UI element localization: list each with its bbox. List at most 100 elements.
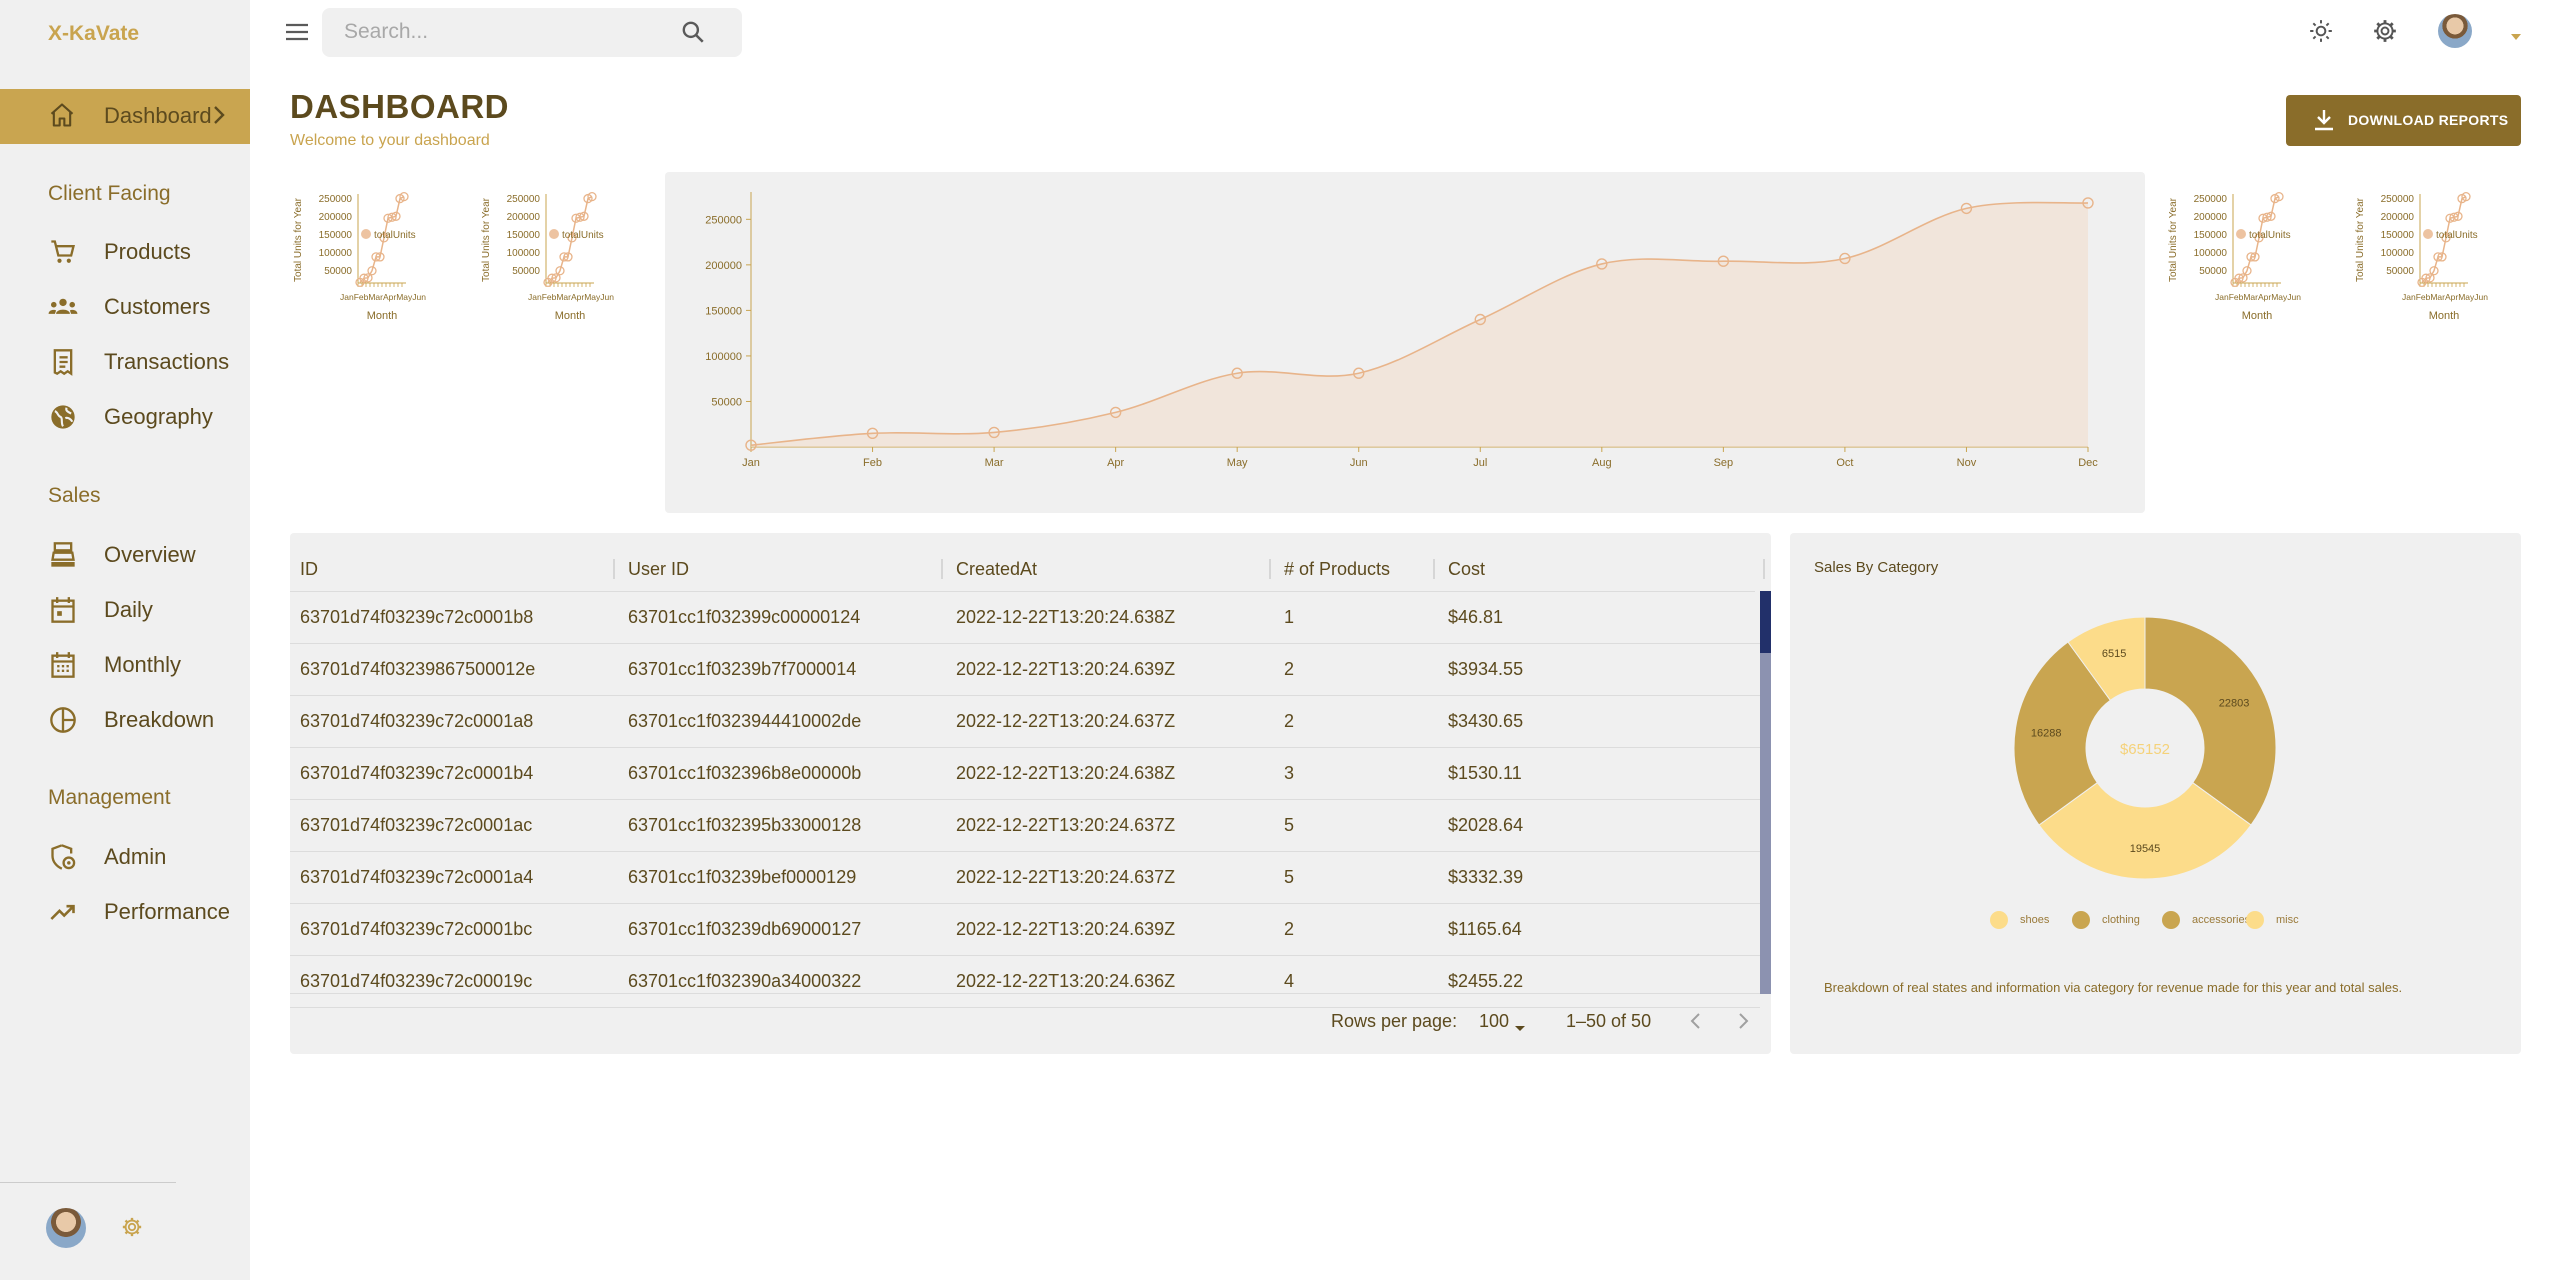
sidebar-item-products[interactable]: Products [0,228,250,276]
sidebar-item-overview[interactable]: Overview [0,531,250,579]
admin-icon [48,842,78,872]
settings-icon[interactable] [2372,18,2398,49]
legend-item-shoes[interactable]: shoes [1990,911,2049,929]
pie-chart-icon [48,705,78,735]
sidebar-item-label: Breakdown [104,707,215,732]
mini-tick-label: 200000 [2194,212,2228,223]
column-header[interactable]: CreatedAt [956,549,1037,589]
table-cell: $3430.65 [1448,711,1524,731]
table-cell: 4 [1284,971,1295,991]
cart-icon [48,237,78,267]
sidebar-item-daily[interactable]: Daily [0,586,250,634]
table-cell: 63701d74f03239c72c0001ac [300,815,533,835]
column-header[interactable]: User ID [628,549,689,589]
table-cell: 63701d74f03239c72c0001a8 [300,711,534,731]
mini-units-chart: Total Units for Year 250000 200000 150000 10… [478,180,628,330]
sidebar-item-performance[interactable]: Performance [0,888,250,936]
menu-icon[interactable] [284,20,310,49]
y-tick-label: 100000 [705,351,742,363]
table-row[interactable]: 63701d74f03239c72c0001b4 63701cc1f032396b… [290,748,1760,800]
rows-per-page-label: Rows per page: [1331,1011,1458,1031]
caret-down-icon[interactable] [2510,28,2522,46]
legend-item-misc[interactable]: misc [2246,911,2299,929]
table-cell: 2 [1284,919,1295,939]
avatar[interactable] [46,1208,86,1248]
sidebar-item-admin[interactable]: Admin [0,833,250,881]
home-icon [48,101,76,134]
table-cell: 2022-12-22T13:20:24.638Z [956,607,1176,627]
sidebar-item-monthly[interactable]: Monthly [0,641,250,689]
sidebar-item-label: Monthly [104,652,182,677]
light-mode-icon[interactable] [2308,18,2334,49]
sidebar-item-dashboard[interactable]: Dashboard [0,89,250,144]
mini-tick-label: 250000 [319,194,353,205]
table-row[interactable]: 63701d74f03239c72c0001a4 63701cc1f03239be… [290,852,1760,904]
table-cell: 63701cc1f03239db69000127 [628,919,862,939]
previous-page-icon[interactable] [1688,1009,1704,1038]
mini-tick-label: 200000 [319,212,353,223]
sidebar-divider [0,1182,176,1183]
table-cell: $1530.11 [1448,763,1522,783]
table-cell: 63701cc1f032396b8e00000b [628,763,862,783]
table-cell: $46.81 [1448,607,1504,627]
table-cell: 63701cc1f0323944410002de [628,711,862,731]
table-cell: 63701d74f03239c72c0001b4 [300,763,534,783]
sidebar-item-transactions[interactable]: Transactions [0,338,250,386]
legend-label: clothing [2102,914,2140,926]
table-row[interactable]: 63701d74f03239c72c0001b8 63701cc1f032399c… [290,592,1760,644]
table-cell: 1 [1284,607,1295,627]
table-cell: 3 [1284,763,1295,783]
mini-x-axis-label: Month [2242,310,2273,322]
table-row[interactable]: 63701d74f03239c72c00019c 63701cc1f032390a… [290,956,1760,1008]
table-cell: 2022-12-22T13:20:24.638Z [956,763,1176,783]
scrollbar-thumb[interactable] [1760,591,1771,653]
next-page-icon[interactable] [1735,1009,1751,1038]
sidebar-item-breakdown[interactable]: Breakdown [0,696,250,744]
gear-icon[interactable] [121,1216,143,1243]
table-row[interactable]: 63701d74f03239c72c0001a8 63701cc1f0323944… [290,696,1760,748]
mini-tick-label: 150000 [2381,230,2415,241]
column-separator[interactable] [613,559,615,579]
column-header[interactable]: Cost [1448,549,1485,589]
mini-month-labels: JanFebMarAprMayJun [2215,292,2301,302]
pie-slice-label: 19545 [2130,843,2161,855]
mini-month-labels: JanFebMarAprMayJun [528,292,614,302]
mini-units-chart-svg: Total Units for Year 250000 200000 150000 10… [293,191,426,322]
y-tick-label: 50000 [711,396,742,408]
column-separator[interactable] [1269,559,1271,579]
x-tick-label: Dec [2078,457,2098,469]
table-cell: 2022-12-22T13:20:24.639Z [956,659,1176,679]
profile-avatar[interactable] [2438,14,2472,48]
search-input[interactable]: Search... [344,20,428,44]
column-header[interactable]: # of Products [1284,549,1390,589]
sales-by-category-pie: 22803 19545 16288 6515 $65152 [2013,616,2277,880]
table-row[interactable]: 63701d74f03239c72c0001ac 63701cc1f032395b… [290,800,1760,852]
table-cell: 63701d74f03239c72c0001bc [300,919,533,939]
table-row[interactable]: 63701d74f03239c72c0001bc 63701cc1f03239db… [290,904,1760,956]
mini-legend-label: totalUnits [374,230,416,241]
legend-label: misc [2276,914,2299,926]
download-reports-button[interactable]: DOWNLOAD REPORTS [2286,95,2521,146]
search-icon[interactable] [680,19,706,50]
rows-per-page-select[interactable]: 100 [1479,1011,1509,1032]
pie-center-total: $65152 [2120,741,2170,758]
table-cell: 2 [1284,711,1295,731]
pie-chart-description: Breakdown of real states and information… [1824,980,2403,995]
sidebar-item-geography[interactable]: Geography [0,393,250,441]
legend-label: shoes [2020,914,2050,926]
nav-section-sales: Sales [48,484,101,507]
pie-slice-clothing[interactable] [2144,616,2277,826]
mini-tick-label: 100000 [319,248,353,259]
calendar-day-icon [48,595,78,625]
sidebar-item-customers[interactable]: Customers [0,283,250,331]
column-separator[interactable] [1433,559,1435,579]
table-row[interactable]: 63701d74f03239867500012e 63701cc1f03239b7… [290,644,1760,696]
table-cell: 63701cc1f032399c00000124 [628,607,861,627]
legend-item-accessories[interactable]: accessories [2162,911,2250,929]
column-header[interactable]: ID [300,549,318,589]
legend-item-clothing[interactable]: clothing [2072,911,2140,929]
caret-down-icon[interactable] [1514,1019,1526,1037]
column-separator[interactable] [941,559,943,579]
brand-logo[interactable]: X-KaVate [48,22,139,46]
column-separator[interactable] [1763,559,1765,579]
